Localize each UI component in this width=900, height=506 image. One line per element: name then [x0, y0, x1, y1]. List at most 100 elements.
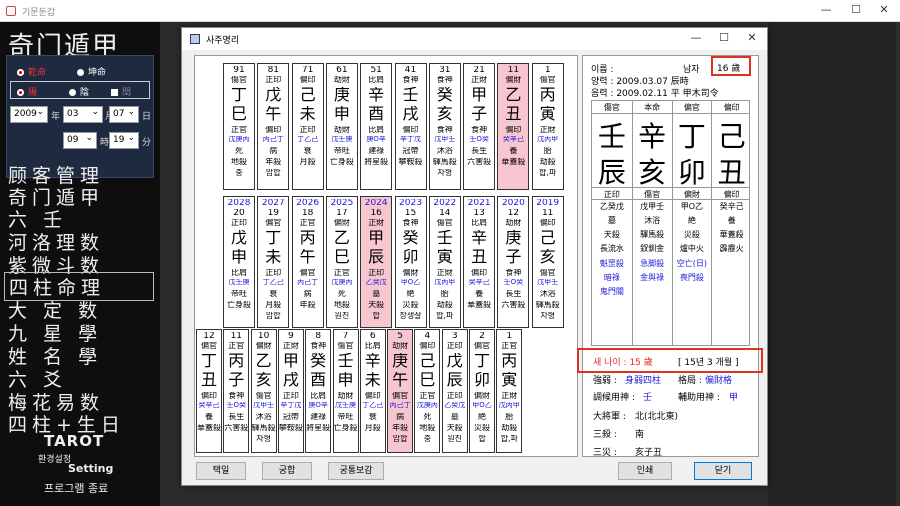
pillar-row2[interactable]: 2027 19 偏官丁未正印 丁乙己衰月殺 암합	[257, 196, 290, 328]
pillar-row2[interactable]: 2021 13 比肩辛丑偏印 癸辛己養華蓋殺	[463, 196, 496, 328]
saju-chart: 傷官壬辰正印 乙癸戊墓天殺 長流水 魁罡殺 暗祿 鬼門關 本命辛亥傷官 戊甲壬 沐浴 驛馬殺 釵釧金…	[591, 100, 750, 346]
gunghap-button[interactable]: 궁합	[262, 462, 312, 480]
month-select[interactable]: 03	[63, 106, 103, 123]
female-radio[interactable]: 坤命	[77, 65, 106, 78]
maximize-button[interactable]: ☐	[842, 3, 870, 19]
chart-b6: 金與祿	[640, 273, 665, 282]
pillar-k2: 암합	[265, 169, 281, 177]
pillar-r: 比肩	[310, 392, 327, 400]
close-button[interactable]: ✕	[870, 3, 898, 19]
minimize-button[interactable]: —	[812, 3, 840, 19]
leap-checkbox[interactable]: 閏	[111, 85, 131, 98]
pillar-b: 酉	[310, 372, 327, 388]
pillar-row3[interactable]: 9 正財甲戌正印 辛丁戊 冠帶 攀鞍殺	[277, 329, 304, 453]
pillar-k1: 驛馬殺	[251, 424, 276, 432]
menu-settings-ko[interactable]: 환경설정	[38, 452, 71, 465]
pillar-age: 4	[424, 332, 431, 341]
pillar-row3[interactable]: 7 傷官壬申劫財 戊壬庚 帝旺 亡身殺	[332, 329, 359, 453]
pillar-row2[interactable]: 2026 18 正官丙午偏官 丙己丁病年殺	[291, 196, 324, 328]
pillar-row3[interactable]: 2 偏官丁卯偏財 甲O乙絶災殺 합	[469, 329, 495, 453]
pillar-row1[interactable]: 81 正印戊午偏印 丙己丁病年殺 암합	[257, 63, 290, 190]
background-area	[768, 22, 900, 506]
chart-column: 傷官壬辰正印 乙癸戊墓天殺 長流水 魁罡殺 暗祿 鬼門關	[592, 101, 632, 345]
pillar-row1[interactable]: 91 傷官丁巳正官 戊庚丙死地殺 충	[223, 63, 255, 190]
pillar-row3[interactable]: 8 食神癸酉比肩 庚O辛 建祿 將星殺	[305, 329, 332, 453]
pillar-row3[interactable]: 4 偏印己巳正官 戊庚丙死地殺 충	[414, 329, 441, 453]
dialog-maximize-button[interactable]: ☐	[710, 31, 738, 47]
chart-b5: 空亡(日)	[676, 259, 707, 268]
print-button[interactable]: 인쇄	[618, 462, 672, 480]
pillar-row2[interactable]: 2028 20 正印戊申比肩 戊壬庚 帝旺 亡身殺	[223, 196, 255, 328]
pillar-g: 偏官	[474, 342, 490, 350]
pillar-s: 庚	[392, 353, 409, 369]
pillar-g: 劫財	[505, 219, 522, 227]
pillar-row3[interactable]: 5 劫財庚午偏官 丙己丁病年殺 암합	[387, 329, 414, 453]
yang-radio[interactable]: 陽	[17, 85, 37, 98]
day-select[interactable]: 07	[109, 106, 139, 123]
pillar-row1[interactable]: 21 正財甲子食神 壬O癸 長生 六害殺	[463, 63, 496, 190]
pillar-b: 未	[364, 372, 381, 388]
pillar-row3[interactable]: 6 比肩辛未偏印 丁乙己衰月殺	[359, 329, 386, 453]
pillar-s: 丁	[200, 353, 217, 369]
pillar-row3[interactable]: 11 正官丙子食神 壬O癸 長生 六害殺	[223, 329, 250, 453]
pillar-row2[interactable]: 2022 14 傷官壬寅正財 戊丙甲胎劫殺 합,파	[428, 196, 461, 328]
chart-b7: 鬼門關	[599, 287, 624, 296]
pillar-row3[interactable]: 12 偏官丁丑偏印 癸辛己養華蓋殺	[196, 329, 222, 453]
sidebar: 奇门遁甲 乾命 坤命 陽 陰 閏 2009 年 03 月 07 日 09 時 1…	[0, 22, 160, 506]
pillar-row2[interactable]: 2023 15 食神癸卯偏財 甲O乙絶災殺 장생살	[394, 196, 427, 328]
male-radio[interactable]: 乾命	[17, 65, 46, 78]
pillar-k2: 합	[372, 312, 380, 320]
pillar-st: 墓	[372, 290, 381, 298]
taekil-button[interactable]: 택일	[196, 462, 246, 480]
pillar-row2[interactable]: 2024 16 正財甲辰正印 乙癸戊墓天殺 합	[360, 196, 393, 328]
pillar-st: 冠帶	[282, 413, 299, 421]
pillar-age: 13	[473, 209, 485, 218]
pillar-s: 辛	[471, 230, 488, 246]
pillar-r: 劫財	[333, 126, 350, 134]
pillar-b1: 壬O癸	[503, 279, 524, 286]
pillar-row1[interactable]: 41 食神壬戌偏印 辛丁戊 冠帶 攀鞍殺	[394, 63, 427, 190]
pillar-row1[interactable]: 51 比肩辛酉比肩 庚O辛 建祿 將星殺	[360, 63, 393, 190]
pillar-row1[interactable]: 1 傷官丙寅正財 戊丙甲胎劫殺 합,파	[531, 63, 564, 190]
gungtong-button[interactable]: 궁통보감	[328, 462, 384, 480]
pillar-row1[interactable]: 61 劫財庚申劫財 戊壬庚 帝旺 亡身殺	[325, 63, 358, 190]
pillar-b1: 庚O辛	[366, 136, 386, 143]
pillar-b: 寅	[539, 106, 556, 122]
pillar-s: 乙	[505, 87, 522, 103]
year-select[interactable]: 2009	[10, 106, 48, 123]
minute-select[interactable]: 19	[109, 132, 139, 149]
yin-radio[interactable]: 陰	[69, 85, 89, 98]
pillar-row1[interactable]: 31 食神癸亥食神 戊甲壬 沐浴 驛馬殺 자형	[428, 63, 461, 190]
pillar-st: 胎	[543, 147, 552, 155]
pillar-row3[interactable]: 1 正官丙寅正財 戊丙甲胎劫殺 합,파	[496, 329, 523, 453]
dialog-close-button[interactable]: ✕	[738, 31, 766, 47]
pillar-age: 19	[267, 209, 280, 218]
dialog-minimize-button[interactable]: —	[682, 31, 710, 47]
checkbox-icon	[111, 89, 118, 96]
pillar-row1[interactable]: 71 偏印己未正印 丁乙己衰月殺	[291, 63, 324, 190]
pillar-row1[interactable]: 11 偏財乙丑偏印 癸辛己養華蓋殺	[497, 63, 530, 190]
dialog-icon	[190, 34, 200, 44]
pillar-row2[interactable]: 2019 11 偏印己亥傷官 戊甲壬 沐浴 驛馬殺 자형	[531, 196, 564, 328]
pillar-k1: 亡身殺	[329, 158, 354, 166]
pillar-row3[interactable]: 3 正印戊辰正印 乙癸戊墓天殺 원진	[441, 329, 468, 453]
pillar-age: 11	[541, 209, 554, 218]
pillar-s: 癸	[310, 353, 327, 369]
menu-settings[interactable]: Setting	[68, 462, 113, 475]
pillar-k1: 華蓋殺	[197, 424, 221, 432]
close-dialog-button[interactable]: 닫기	[694, 462, 752, 480]
pillar-row3[interactable]: 10 偏財乙亥傷官 戊甲壬 沐浴 驛馬殺 자형	[250, 329, 277, 453]
pillar-row2[interactable]: 2020 12 劫財庚子食神 壬O癸 長生 六害殺	[497, 196, 530, 328]
pillar-s: 乙	[255, 353, 272, 369]
pillar-k1: 月殺	[364, 424, 381, 432]
pillar-b: 午	[265, 106, 282, 122]
help-label: 輔助用神 :	[678, 393, 720, 403]
pillar-r: 正印	[282, 392, 299, 400]
pillar-b: 未	[299, 106, 316, 122]
menu-tarot[interactable]: TAROT	[44, 432, 104, 450]
hour-select[interactable]: 09	[63, 132, 97, 149]
pillar-row2[interactable]: 2025 17 偏財乙巳正官 戊庚丙死地殺 원진	[325, 196, 358, 328]
scrollbar-track[interactable]	[896, 22, 900, 506]
menu-exit[interactable]: 프로그램 종료	[44, 480, 108, 496]
chart-stems: 辛	[638, 120, 667, 153]
